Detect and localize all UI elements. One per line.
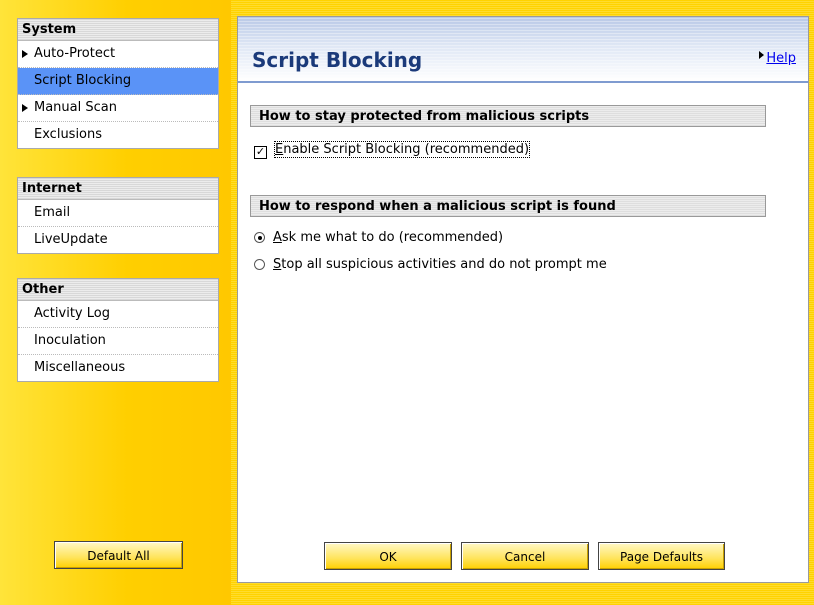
- sidebar-item-label: Auto-Protect: [34, 46, 116, 61]
- enable-script-blocking-checkbox[interactable]: ✓ Enable Script Blocking (recommended): [254, 140, 531, 160]
- default-all-button[interactable]: Default All: [54, 541, 183, 569]
- stop-all-radio[interactable]: Stop all suspicious activities and do no…: [254, 255, 607, 275]
- sidebar-item-label: Script Blocking: [34, 73, 132, 88]
- page-defaults-button[interactable]: Page Defaults: [598, 542, 725, 570]
- ask-me-radio[interactable]: Ask me what to do (recommended): [254, 228, 503, 248]
- expand-arrow-icon: [22, 104, 28, 112]
- sidebar-item-manual-scan[interactable]: Manual Scan: [18, 95, 218, 122]
- sidebar-group-internet: Internet Email LiveUpdate: [17, 177, 219, 254]
- expand-arrow-icon: [22, 50, 28, 58]
- sidebar-item-label: Activity Log: [34, 306, 110, 321]
- page-header: Script Blocking Help: [238, 17, 808, 83]
- ok-button[interactable]: OK: [324, 542, 452, 570]
- sidebar-group-title: Other: [18, 279, 218, 301]
- sidebar-item-label: Email: [34, 205, 71, 220]
- sidebar-item-activity-log[interactable]: Activity Log: [18, 301, 218, 328]
- checkbox-checked-icon: ✓: [254, 145, 267, 159]
- radio-label: Ask me what to do (recommended): [273, 230, 504, 245]
- sidebar-item-inoculation[interactable]: Inoculation: [18, 328, 218, 355]
- sidebar-item-label: Manual Scan: [34, 100, 117, 115]
- radio-selected-icon: [254, 232, 265, 243]
- sidebar-group-system: System Auto-Protect Script Blocking Manu…: [17, 18, 219, 149]
- section-header-protection: How to stay protected from malicious scr…: [250, 105, 766, 127]
- sidebar-item-label: Miscellaneous: [34, 360, 126, 375]
- sidebar-item-miscellaneous[interactable]: Miscellaneous: [18, 355, 218, 381]
- sidebar-item-script-blocking[interactable]: Script Blocking: [18, 68, 218, 95]
- sidebar-item-auto-protect[interactable]: Auto-Protect: [18, 41, 218, 68]
- sidebar-group-title: System: [18, 19, 218, 41]
- main-panel: Script Blocking Help How to stay protect…: [237, 16, 809, 583]
- help-arrow-icon: [759, 51, 764, 59]
- sidebar-group-title: Internet: [18, 178, 218, 200]
- page-title: Script Blocking: [252, 48, 423, 72]
- sidebar-item-email[interactable]: Email: [18, 200, 218, 227]
- radio-unselected-icon: [254, 259, 265, 270]
- sidebar-item-label: LiveUpdate: [34, 232, 108, 247]
- sidebar-group-other: Other Activity Log Inoculation Miscellan…: [17, 278, 219, 382]
- help-link[interactable]: Help: [766, 51, 796, 66]
- section-header-response: How to respond when a malicious script i…: [250, 195, 766, 217]
- sidebar-item-label: Exclusions: [34, 127, 103, 142]
- checkbox-label: Enable Script Blocking (recommended): [273, 141, 531, 158]
- sidebar-item-label: Inoculation: [34, 333, 106, 348]
- sidebar-item-exclusions[interactable]: Exclusions: [18, 122, 218, 148]
- sidebar-item-liveupdate[interactable]: LiveUpdate: [18, 227, 218, 253]
- cancel-button[interactable]: Cancel: [461, 542, 589, 570]
- radio-label: Stop all suspicious activities and do no…: [273, 257, 607, 272]
